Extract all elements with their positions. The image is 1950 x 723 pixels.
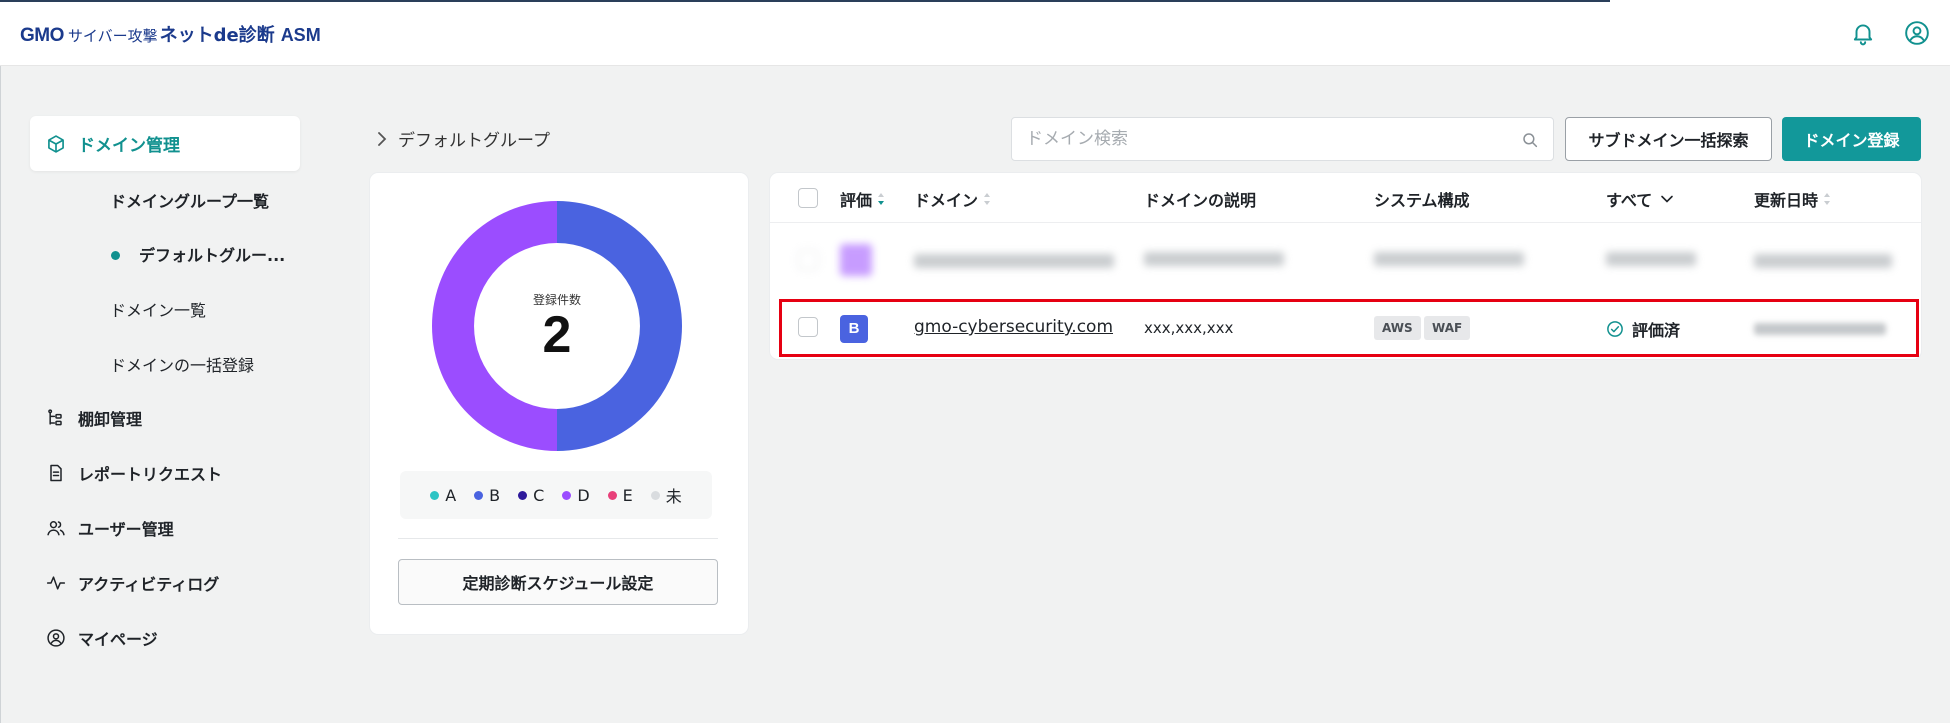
document-icon — [50, 464, 62, 482]
column-label: 評価 — [840, 191, 873, 210]
chart-legend: ABCDE未 — [400, 471, 712, 519]
tree-icon — [48, 409, 62, 426]
logo-sub: サイバー攻撃 — [67, 27, 158, 45]
sort-desc-icon — [878, 193, 885, 205]
column-description: ドメインの説明 — [1144, 191, 1257, 210]
legend-label: 未 — [665, 487, 682, 506]
domain-search-input[interactable] — [1012, 118, 1553, 160]
card-divider — [398, 538, 718, 539]
legend-dot — [562, 490, 572, 500]
sidebar-item-activity-log[interactable]: アクティビティログ — [46, 571, 219, 595]
legend-item: E — [607, 485, 633, 505]
legend-dot — [607, 490, 617, 500]
legend-dot — [650, 490, 660, 500]
legend-label: A — [445, 485, 457, 505]
sidebar-item-report-request[interactable]: レポートリクエスト — [46, 461, 222, 485]
users-icon — [47, 521, 65, 536]
legend-label: E — [622, 485, 633, 505]
sort-icon — [1824, 193, 1831, 205]
window-edge — [0, 66, 1, 723]
sidebar-item-domain-management[interactable]: ドメイン管理 — [30, 116, 300, 171]
schedule-settings-button[interactable]: 定期診断スケジュール設定 — [398, 559, 718, 605]
chevron-right-icon — [378, 131, 387, 146]
legend-item: B — [474, 486, 500, 505]
legend-label: C — [533, 485, 545, 505]
user-circle-icon[interactable] — [1904, 20, 1930, 46]
legend-dot — [430, 490, 440, 500]
legend-label: D — [577, 485, 590, 505]
select-all-checkbox[interactable] — [798, 188, 818, 208]
sort-icon — [984, 193, 991, 205]
sidebar-sub-domain-list[interactable]: ドメイン一覧 — [110, 297, 206, 321]
sidebar-item-label: ユーザー管理 — [78, 520, 174, 539]
column-system: システム構成 — [1374, 191, 1470, 210]
sidebar-item-user-management[interactable]: ユーザー管理 — [46, 516, 174, 540]
logo-gmo: GMO — [20, 25, 64, 46]
legend-item: C — [518, 486, 544, 505]
legend-item: D — [562, 485, 590, 505]
cube-icon — [48, 134, 64, 153]
breadcrumb-current: デフォルトグループ — [398, 131, 550, 151]
donut-center-count: 2 — [542, 306, 572, 364]
column-domain[interactable]: ドメイン — [914, 187, 992, 211]
legend-item: A — [430, 486, 456, 505]
sidebar-item-label: アクティビティログ — [78, 575, 220, 594]
logo-main: ネットde診断 — [159, 25, 275, 46]
sidebar-sub-default-group[interactable]: デフォルトグルー... — [139, 242, 285, 266]
activity-icon — [46, 576, 66, 590]
active-indicator-dot — [111, 251, 120, 260]
column-rating[interactable]: 評価 — [840, 187, 886, 211]
column-updated-at[interactable]: 更新日時 — [1754, 187, 1832, 211]
bell-icon[interactable] — [1850, 20, 1876, 46]
user-circle-icon — [47, 629, 65, 647]
app-logo[interactable]: GMO サイバー攻撃 ネットde診断 ASM — [20, 21, 321, 47]
legend-item: 未 — [650, 483, 682, 507]
row-highlight-frame — [779, 299, 1919, 357]
column-label: 更新日時 — [1754, 191, 1819, 210]
sidebar-item-label: 棚卸管理 — [78, 410, 143, 429]
search-icon[interactable] — [1521, 131, 1539, 149]
top-progress-line — [0, 0, 1610, 2]
legend-dot — [474, 490, 484, 500]
table-row-obscured — [770, 224, 1921, 296]
chevron-down-icon — [1661, 195, 1674, 203]
top-bar: GMO サイバー攻撃 ネットde診断 ASM — [0, 0, 1950, 66]
sidebar-item-label: レポートリクエスト — [78, 465, 223, 484]
sidebar-sub-bulk-register[interactable]: ドメインの一括登録 — [110, 352, 254, 376]
column-status-filter[interactable]: すべて — [1606, 187, 1674, 211]
sidebar-item-label: ドメイン管理 — [78, 136, 180, 156]
table-header: 評価 ドメイン ドメインの説明 システム構成 すべて 更新日時 — [770, 173, 1921, 223]
logo-asm: ASM — [280, 25, 321, 45]
sidebar-sub-domain-groups[interactable]: ドメイングループ一覧 — [110, 188, 269, 212]
summary-card: 登録件数 2 ABCDE未 定期診断スケジュール設定 — [370, 173, 748, 634]
subdomain-search-button[interactable]: サブドメイン一括探索 — [1565, 117, 1772, 161]
sidebar-item-inventory[interactable]: 棚卸管理 — [46, 406, 142, 430]
register-domain-button[interactable]: ドメイン登録 — [1782, 117, 1921, 161]
column-label: ドメイン — [914, 191, 979, 210]
legend-dot — [518, 490, 528, 500]
sidebar-item-my-page[interactable]: マイページ — [46, 626, 158, 650]
sidebar-item-label: マイページ — [78, 630, 158, 649]
column-label: すべて — [1606, 191, 1653, 210]
breadcrumb[interactable]: デフォルトグループ — [376, 126, 550, 151]
legend-label: B — [489, 485, 501, 505]
search-box — [1011, 117, 1554, 161]
